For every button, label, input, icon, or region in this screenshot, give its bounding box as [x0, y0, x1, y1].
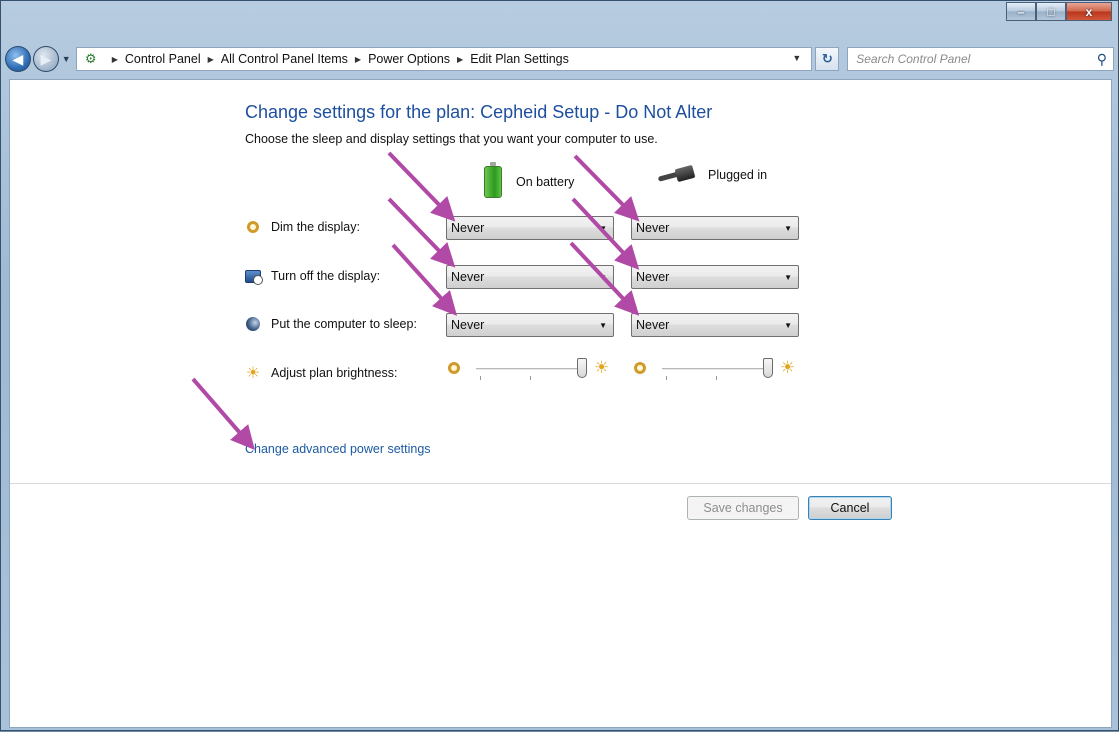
title-bar: – □ x — [1, 1, 1118, 41]
breadcrumb-separator-icon[interactable]: ▶ — [457, 55, 463, 64]
chevron-down-icon: ▼ — [599, 273, 607, 282]
page-title: Change settings for the plan: Cepheid Se… — [245, 102, 713, 122]
turn-off-display-plugged-value: Never — [636, 270, 670, 284]
on-battery-label: On battery — [516, 175, 575, 189]
dim-brightness-icon — [448, 362, 460, 374]
turn-off-display-battery-select[interactable]: Never ▼ — [446, 265, 614, 289]
brightness-row: ☀ Adjust plan brightness: — [245, 365, 398, 382]
recent-pages-dropdown[interactable]: ▼ — [62, 54, 71, 64]
slider-thumb[interactable] — [763, 358, 773, 378]
minimize-button[interactable]: – — [1006, 2, 1036, 21]
forward-arrow-icon: ▶ — [40, 50, 52, 67]
breadcrumb-separator-icon[interactable]: ▶ — [208, 55, 214, 64]
dim-display-plugged-select[interactable]: Never ▼ — [631, 216, 799, 240]
sleep-plugged-value: Never — [636, 318, 670, 332]
search-input[interactable] — [854, 51, 1085, 67]
brightness-sun-icon: ☀ — [245, 365, 261, 382]
cancel-button[interactable]: Cancel — [808, 496, 892, 520]
main-content: Change settings for the plan: Cepheid Se… — [9, 79, 1112, 728]
dim-display-row: Dim the display: — [245, 219, 360, 235]
breadcrumb-power-options[interactable]: Power Options — [368, 52, 450, 66]
brightness-label: Adjust plan brightness: — [271, 366, 398, 380]
chevron-down-icon: ▼ — [599, 224, 607, 233]
search-box[interactable]: ⚲ — [847, 47, 1115, 71]
chevron-down-icon: ▼ — [784, 321, 792, 330]
back-arrow-icon: ◀ — [12, 50, 24, 67]
chevron-down-icon: ▼ — [599, 321, 607, 330]
breadcrumb-separator-icon[interactable]: ▶ — [112, 55, 118, 64]
slider-tick — [480, 376, 481, 380]
monitor-clock-icon — [245, 269, 263, 285]
search-icon[interactable]: ⚲ — [1097, 51, 1107, 68]
chevron-down-icon: ▼ — [784, 224, 792, 233]
sleep-battery-value: Never — [451, 318, 485, 332]
sleep-battery-select[interactable]: Never ▼ — [446, 313, 614, 337]
turn-off-display-battery-value: Never — [451, 270, 485, 284]
breadcrumb-edit-plan-settings[interactable]: Edit Plan Settings — [470, 52, 569, 66]
maximize-button[interactable]: □ — [1036, 2, 1066, 21]
slider-track[interactable] — [476, 368, 582, 370]
brightness-battery-slider[interactable]: ☀ — [448, 358, 618, 382]
dim-display-plugged-value: Never — [636, 221, 670, 235]
dim-display-battery-value: Never — [451, 221, 485, 235]
breadcrumb-control-panel[interactable]: Control Panel — [125, 52, 201, 66]
chevron-down-icon: ▼ — [784, 273, 792, 282]
control-panel-icon: ⚙ — [84, 51, 97, 66]
battery-icon — [484, 162, 502, 198]
save-changes-button[interactable]: Save changes — [687, 496, 799, 520]
refresh-button[interactable]: ↻ — [815, 47, 840, 71]
breadcrumb-separator-icon[interactable]: ▶ — [355, 55, 361, 64]
advanced-power-settings-link[interactable]: Change advanced power settings — [245, 442, 431, 456]
dim-display-battery-select[interactable]: Never ▼ — [446, 216, 614, 240]
refresh-icon: ↻ — [821, 51, 833, 66]
turn-off-display-row: Turn off the display: — [245, 268, 381, 285]
bright-sun-icon: ☀ — [594, 358, 610, 377]
sleep-plugged-select[interactable]: Never ▼ — [631, 313, 799, 337]
dim-display-label: Dim the display: — [271, 220, 360, 234]
slider-thumb[interactable] — [577, 358, 587, 378]
control-panel-window: – □ x ◀ ▶ ▼ ⚙ ▶ Control Panel ▶ All Cont… — [0, 0, 1119, 731]
turn-off-display-label: Turn off the display: — [271, 269, 381, 283]
forward-button[interactable]: ▶ — [32, 46, 59, 72]
power-plug-icon — [658, 166, 698, 184]
plugged-in-header: Plugged in — [658, 166, 767, 184]
back-button[interactable]: ◀ — [5, 46, 31, 72]
sleep-row: Put the computer to sleep: — [245, 316, 417, 332]
address-bar[interactable]: ⚙ ▶ Control Panel ▶ All Control Panel It… — [75, 47, 813, 71]
slider-track[interactable] — [662, 368, 768, 370]
address-dropdown-icon[interactable]: ▼ — [792, 53, 801, 63]
turn-off-display-plugged-select[interactable]: Never ▼ — [631, 265, 799, 289]
close-button[interactable]: x — [1066, 2, 1112, 21]
page-subtitle: Choose the sleep and display settings th… — [245, 132, 658, 146]
slider-tick — [530, 376, 531, 380]
slider-tick — [666, 376, 667, 380]
divider — [10, 483, 1111, 484]
breadcrumb-all-items[interactable]: All Control Panel Items — [221, 52, 348, 66]
plugged-in-label: Plugged in — [708, 168, 768, 182]
slider-tick — [716, 376, 717, 380]
dim-brightness-icon — [634, 362, 646, 374]
navigation-bar: ◀ ▶ ▼ ⚙ ▶ Control Panel ▶ All Control Pa… — [5, 45, 1115, 73]
sleep-label: Put the computer to sleep: — [271, 317, 417, 331]
moon-icon — [246, 317, 260, 331]
brightness-plugged-slider[interactable]: ☀ — [634, 358, 804, 382]
window-controls: – □ x — [1006, 2, 1112, 21]
bright-sun-icon: ☀ — [780, 358, 796, 377]
on-battery-header: On battery — [484, 162, 575, 198]
dim-display-icon — [247, 221, 259, 233]
